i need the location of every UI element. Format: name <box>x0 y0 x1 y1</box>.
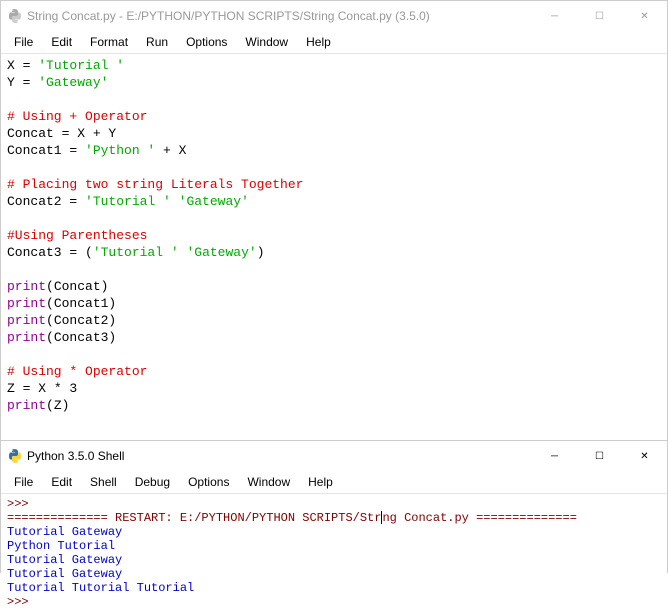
code-token: (Z) <box>46 398 69 413</box>
maximize-button[interactable]: ☐ <box>577 441 622 471</box>
code-token: X <box>7 58 15 73</box>
code-token: = <box>62 143 85 158</box>
menu-edit[interactable]: Edit <box>42 33 81 51</box>
close-button[interactable]: ✕ <box>622 1 667 31</box>
editor-menubar: File Edit Format Run Options Window Help <box>1 31 667 54</box>
menu-file[interactable]: File <box>5 473 42 491</box>
code-token: Concat3 <box>7 245 62 260</box>
code-token: 'Gateway' <box>186 245 256 260</box>
menu-help[interactable]: Help <box>299 473 342 491</box>
shell-output-line: Tutorial Tutorial Tutorial <box>7 581 201 595</box>
shell-prompt: >>> <box>7 497 36 511</box>
code-token: (Concat) <box>46 279 108 294</box>
code-token: print <box>7 313 46 328</box>
editor-window: String Concat.py - E:/PYTHON/PYTHON SCRI… <box>0 0 668 440</box>
code-token: Concat2 <box>7 194 62 209</box>
code-token: Z <box>7 381 15 396</box>
maximize-button[interactable]: ☐ <box>577 1 622 31</box>
code-token: Concat <box>7 126 54 141</box>
code-token <box>171 194 179 209</box>
code-comment: # Placing two string Literals Together <box>7 177 303 192</box>
code-token: print <box>7 296 46 311</box>
code-token: = ( <box>62 245 93 260</box>
shell-title: Python 3.5.0 Shell <box>27 449 532 463</box>
code-comment: #Using Parentheses <box>7 228 147 243</box>
shell-output-line: Tutorial Gateway <box>7 525 122 539</box>
code-token: 'Tutorial ' <box>38 58 124 73</box>
code-token: Y <box>7 75 15 90</box>
code-token: = X * <box>15 381 70 396</box>
shell-window-controls: ─ ☐ ✕ <box>532 441 667 471</box>
code-token: print <box>7 398 46 413</box>
code-token: 'Tutorial ' <box>85 194 171 209</box>
menu-window[interactable]: Window <box>238 473 299 491</box>
menu-file[interactable]: File <box>5 33 42 51</box>
code-token: print <box>7 330 46 345</box>
menu-help[interactable]: Help <box>297 33 340 51</box>
menu-format[interactable]: Format <box>81 33 137 51</box>
code-token: = <box>15 58 38 73</box>
editor-code-area[interactable]: X = 'Tutorial ' Y = 'Gateway' # Using + … <box>1 54 667 417</box>
code-token: ) <box>257 245 265 260</box>
code-token: (Concat3) <box>46 330 116 345</box>
code-token: print <box>7 279 46 294</box>
shell-output-line: Python Tutorial <box>7 539 122 553</box>
minimize-button[interactable]: ─ <box>532 441 577 471</box>
menu-options[interactable]: Options <box>179 473 238 491</box>
editor-titlebar[interactable]: String Concat.py - E:/PYTHON/PYTHON SCRI… <box>1 1 667 31</box>
code-token: = <box>15 75 38 90</box>
code-token: = <box>62 194 85 209</box>
code-token: (Concat2) <box>46 313 116 328</box>
shell-window: Python 3.5.0 Shell ─ ☐ ✕ File Edit Shell… <box>0 440 668 573</box>
shell-prompt: >>> <box>7 595 36 609</box>
editor-window-controls: ─ ☐ ✕ <box>532 1 667 31</box>
code-comment: # Using + Operator <box>7 109 147 124</box>
shell-output-line: Tutorial Gateway <box>7 553 122 567</box>
menu-debug[interactable]: Debug <box>126 473 179 491</box>
python-icon <box>7 8 23 24</box>
code-token: + X <box>155 143 186 158</box>
menu-run[interactable]: Run <box>137 33 177 51</box>
code-comment: # Using * Operator <box>7 364 147 379</box>
menu-options[interactable]: Options <box>177 33 236 51</box>
code-token: 3 <box>69 381 77 396</box>
shell-restart: ============== RESTART: E:/PYTHON/PYTHON… <box>7 511 381 525</box>
code-token: (Concat1) <box>46 296 116 311</box>
code-token: Concat1 <box>7 143 62 158</box>
menu-edit[interactable]: Edit <box>42 473 81 491</box>
code-token: 'Gateway' <box>179 194 249 209</box>
shell-titlebar[interactable]: Python 3.5.0 Shell ─ ☐ ✕ <box>1 441 667 471</box>
close-button[interactable]: ✕ <box>622 441 667 471</box>
code-token: = X + Y <box>54 126 116 141</box>
menu-window[interactable]: Window <box>236 33 297 51</box>
minimize-button[interactable]: ─ <box>532 1 577 31</box>
code-token: 'Tutorial ' <box>93 245 179 260</box>
code-token: 'Gateway' <box>38 75 108 90</box>
menu-shell[interactable]: Shell <box>81 473 126 491</box>
shell-restart: ng Concat.py ============== <box>382 511 576 525</box>
code-token: 'Python ' <box>85 143 155 158</box>
shell-output-line: Tutorial Gateway <box>7 567 122 581</box>
shell-output-area[interactable]: >>> ============== RESTART: E:/PYTHON/PY… <box>1 494 667 612</box>
python-icon <box>7 448 23 464</box>
editor-title: String Concat.py - E:/PYTHON/PYTHON SCRI… <box>27 9 532 23</box>
shell-menubar: File Edit Shell Debug Options Window Hel… <box>1 471 667 494</box>
